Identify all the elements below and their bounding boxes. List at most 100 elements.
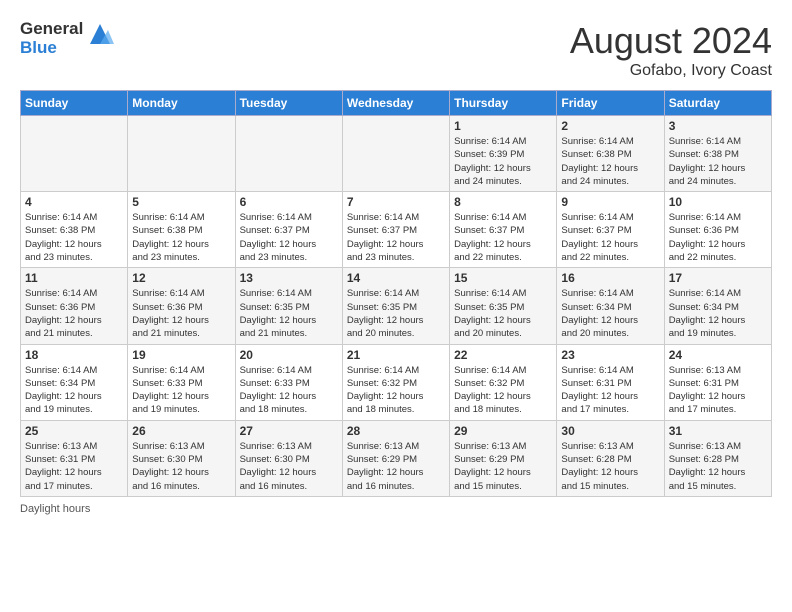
calendar-cell: 28 Sunrise: 6:13 AM Sunset: 6:29 PM Dayli…: [342, 420, 449, 496]
day-info: Sunrise: 6:13 AM Sunset: 6:29 PM Dayligh…: [454, 440, 552, 493]
day-info: Sunrise: 6:14 AM Sunset: 6:37 PM Dayligh…: [561, 211, 659, 264]
day-number: 27: [240, 424, 338, 438]
day-number: 28: [347, 424, 445, 438]
day-info: Sunrise: 6:13 AM Sunset: 6:30 PM Dayligh…: [240, 440, 338, 493]
day-number: 10: [669, 195, 767, 209]
day-number: 14: [347, 271, 445, 285]
day-number: 8: [454, 195, 552, 209]
calendar-week-row: 1 Sunrise: 6:14 AM Sunset: 6:39 PM Daylig…: [21, 116, 772, 192]
day-info: Sunrise: 6:14 AM Sunset: 6:36 PM Dayligh…: [669, 211, 767, 264]
calendar-cell: 1 Sunrise: 6:14 AM Sunset: 6:39 PM Daylig…: [450, 116, 557, 192]
day-number: 5: [132, 195, 230, 209]
day-number: 23: [561, 348, 659, 362]
logo-blue: Blue: [20, 39, 83, 58]
day-info: Sunrise: 6:14 AM Sunset: 6:31 PM Dayligh…: [561, 364, 659, 417]
day-number: 21: [347, 348, 445, 362]
day-info: Sunrise: 6:14 AM Sunset: 6:35 PM Dayligh…: [240, 287, 338, 340]
day-header-sunday: Sunday: [21, 91, 128, 116]
day-number: 31: [669, 424, 767, 438]
calendar-cell: 18 Sunrise: 6:14 AM Sunset: 6:34 PM Dayli…: [21, 344, 128, 420]
calendar-cell: 14 Sunrise: 6:14 AM Sunset: 6:35 PM Dayli…: [342, 268, 449, 344]
title-block: August 2024 Gofabo, Ivory Coast: [570, 20, 772, 80]
day-number: 11: [25, 271, 123, 285]
day-info: Sunrise: 6:14 AM Sunset: 6:33 PM Dayligh…: [240, 364, 338, 417]
day-header-tuesday: Tuesday: [235, 91, 342, 116]
day-number: 7: [347, 195, 445, 209]
day-number: 3: [669, 119, 767, 133]
calendar-cell: 2Sunrise: 6:14 AM Sunset: 6:38 PM Daylig…: [557, 116, 664, 192]
calendar-cell: 24Sunrise: 6:13 AM Sunset: 6:31 PM Dayli…: [664, 344, 771, 420]
day-header-friday: Friday: [557, 91, 664, 116]
calendar-cell: 20 Sunrise: 6:14 AM Sunset: 6:33 PM Dayli…: [235, 344, 342, 420]
day-number: 9: [561, 195, 659, 209]
calendar-cell: 27 Sunrise: 6:13 AM Sunset: 6:30 PM Dayli…: [235, 420, 342, 496]
day-number: 24: [669, 348, 767, 362]
day-number: 30: [561, 424, 659, 438]
calendar-cell: 15Sunrise: 6:14 AM Sunset: 6:35 PM Dayli…: [450, 268, 557, 344]
day-info: Sunrise: 6:14 AM Sunset: 6:34 PM Dayligh…: [669, 287, 767, 340]
day-number: 6: [240, 195, 338, 209]
page: General Blue August 2024 Gofabo, Ivory C…: [0, 0, 792, 525]
calendar-cell: 7 Sunrise: 6:14 AM Sunset: 6:37 PM Daylig…: [342, 192, 449, 268]
day-number: 26: [132, 424, 230, 438]
calendar-cell: 31 Sunrise: 6:13 AM Sunset: 6:28 PM Dayli…: [664, 420, 771, 496]
day-info: Sunrise: 6:14 AM Sunset: 6:38 PM Dayligh…: [132, 211, 230, 264]
logo-general: General: [20, 20, 83, 39]
day-info: Sunrise: 6:14 AM Sunset: 6:36 PM Dayligh…: [132, 287, 230, 340]
day-number: 17: [669, 271, 767, 285]
calendar-cell: 29 Sunrise: 6:13 AM Sunset: 6:29 PM Dayli…: [450, 420, 557, 496]
logo: General Blue: [20, 20, 114, 57]
day-info: Sunrise: 6:14 AM Sunset: 6:32 PM Dayligh…: [347, 364, 445, 417]
day-info: Sunrise: 6:14 AM Sunset: 6:35 PM Dayligh…: [347, 287, 445, 340]
day-number: 29: [454, 424, 552, 438]
calendar-cell: 22Sunrise: 6:14 AM Sunset: 6:32 PM Dayli…: [450, 344, 557, 420]
day-number: 4: [25, 195, 123, 209]
calendar-cell: 6 Sunrise: 6:14 AM Sunset: 6:37 PM Daylig…: [235, 192, 342, 268]
day-header-wednesday: Wednesday: [342, 91, 449, 116]
day-info: Sunrise: 6:14 AM Sunset: 6:39 PM Dayligh…: [454, 135, 552, 188]
calendar-cell: 21 Sunrise: 6:14 AM Sunset: 6:32 PM Dayli…: [342, 344, 449, 420]
day-number: 20: [240, 348, 338, 362]
day-number: 2: [561, 119, 659, 133]
calendar-cell: 23 Sunrise: 6:14 AM Sunset: 6:31 PM Dayli…: [557, 344, 664, 420]
calendar-cell: [128, 116, 235, 192]
day-number: 16: [561, 271, 659, 285]
subtitle: Gofabo, Ivory Coast: [570, 62, 772, 80]
calendar-cell: [21, 116, 128, 192]
calendar-cell: 26Sunrise: 6:13 AM Sunset: 6:30 PM Dayli…: [128, 420, 235, 496]
calendar-table: SundayMondayTuesdayWednesdayThursdayFrid…: [20, 90, 772, 497]
logo-text: General Blue: [20, 20, 114, 57]
day-number: 1: [454, 119, 552, 133]
day-info: Sunrise: 6:14 AM Sunset: 6:35 PM Dayligh…: [454, 287, 552, 340]
calendar-cell: 5 Sunrise: 6:14 AM Sunset: 6:38 PM Daylig…: [128, 192, 235, 268]
day-info: Sunrise: 6:13 AM Sunset: 6:29 PM Dayligh…: [347, 440, 445, 493]
calendar-cell: 4Sunrise: 6:14 AM Sunset: 6:38 PM Daylig…: [21, 192, 128, 268]
header: General Blue August 2024 Gofabo, Ivory C…: [20, 20, 772, 80]
calendar-week-row: 25Sunrise: 6:13 AM Sunset: 6:31 PM Dayli…: [21, 420, 772, 496]
calendar-cell: 17 Sunrise: 6:14 AM Sunset: 6:34 PM Dayli…: [664, 268, 771, 344]
day-info: Sunrise: 6:14 AM Sunset: 6:32 PM Dayligh…: [454, 364, 552, 417]
calendar-cell: [235, 116, 342, 192]
day-info: Sunrise: 6:14 AM Sunset: 6:34 PM Dayligh…: [25, 364, 123, 417]
footer: Daylight hours: [20, 503, 772, 515]
calendar-week-row: 4 Sunrise: 6:14 AM Sunset: 6:38 PM Daylig…: [21, 192, 772, 268]
calendar-cell: 13 Sunrise: 6:14 AM Sunset: 6:35 PM Dayli…: [235, 268, 342, 344]
calendar-cell: 12Sunrise: 6:14 AM Sunset: 6:36 PM Dayli…: [128, 268, 235, 344]
calendar-cell: 30 Sunrise: 6:13 AM Sunset: 6:28 PM Dayli…: [557, 420, 664, 496]
day-info: Sunrise: 6:13 AM Sunset: 6:28 PM Dayligh…: [561, 440, 659, 493]
logo-icon: [86, 20, 114, 48]
day-number: 25: [25, 424, 123, 438]
day-info: Sunrise: 6:13 AM Sunset: 6:28 PM Dayligh…: [669, 440, 767, 493]
calendar-cell: [342, 116, 449, 192]
day-info: Sunrise: 6:14 AM Sunset: 6:36 PM Dayligh…: [25, 287, 123, 340]
day-number: 18: [25, 348, 123, 362]
day-info: Sunrise: 6:14 AM Sunset: 6:38 PM Dayligh…: [669, 135, 767, 188]
calendar-cell: 10 Sunrise: 6:14 AM Sunset: 6:36 PM Dayli…: [664, 192, 771, 268]
day-number: 13: [240, 271, 338, 285]
day-info: Sunrise: 6:14 AM Sunset: 6:37 PM Dayligh…: [347, 211, 445, 264]
day-header-monday: Monday: [128, 91, 235, 116]
day-info: Sunrise: 6:14 AM Sunset: 6:37 PM Dayligh…: [454, 211, 552, 264]
calendar-header-row: SundayMondayTuesdayWednesdayThursdayFrid…: [21, 91, 772, 116]
day-info: Sunrise: 6:14 AM Sunset: 6:37 PM Dayligh…: [240, 211, 338, 264]
day-header-saturday: Saturday: [664, 91, 771, 116]
